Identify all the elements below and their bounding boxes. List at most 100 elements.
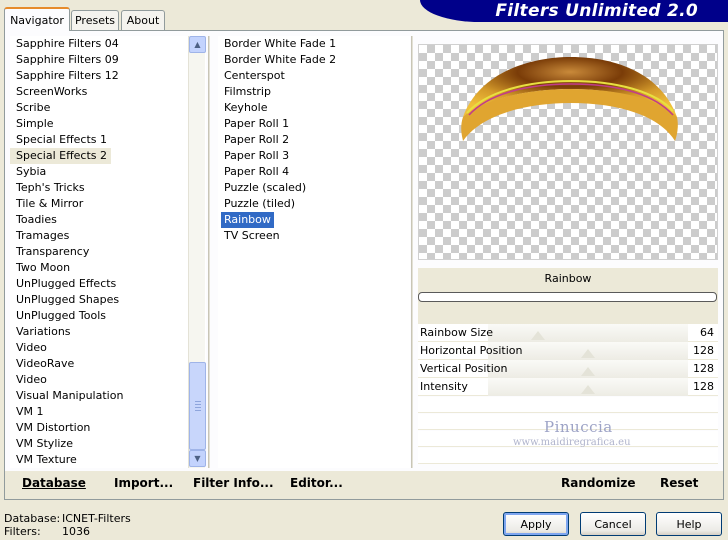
cancel-button[interactable]: Cancel — [580, 512, 646, 536]
category-item[interactable]: Video — [10, 372, 206, 388]
import-button[interactable]: Import... — [114, 476, 173, 490]
slider-thumb[interactable] — [531, 331, 545, 340]
category-row[interactable]: VM Stylize — [10, 436, 206, 452]
category-item[interactable]: VM Distortion — [10, 420, 206, 436]
category-item[interactable]: Visual Manipulation — [10, 388, 206, 404]
param-row-horizontal-position[interactable]: Horizontal Position 128 — [418, 342, 718, 360]
filter-item[interactable]: Border White Fade 2 — [218, 52, 410, 68]
category-row[interactable]: Video — [10, 372, 206, 388]
param-row-intensity[interactable]: Intensity 128 — [418, 378, 718, 396]
category-item[interactable]: Special Effects 2 — [10, 148, 112, 164]
filter-row[interactable]: Paper Roll 1 — [218, 116, 410, 132]
filter-row[interactable]: Puzzle (scaled) — [218, 180, 410, 196]
filter-item[interactable]: Paper Roll 2 — [218, 132, 410, 148]
category-row[interactable]: VM Texture — [10, 452, 206, 468]
filter-row[interactable]: TV Screen — [218, 228, 410, 244]
scroll-up-button[interactable]: ▲ — [189, 36, 206, 53]
slider-thumb[interactable] — [581, 367, 595, 376]
category-item[interactable]: Sapphire Filters 12 — [10, 68, 206, 84]
category-item[interactable]: Toadies — [10, 212, 206, 228]
filter-row[interactable]: Puzzle (tiled) — [218, 196, 410, 212]
filter-row[interactable]: Keyhole — [218, 100, 410, 116]
category-row[interactable]: Scribe — [10, 100, 206, 116]
database-button[interactable]: Database — [22, 476, 86, 490]
category-item[interactable]: Tile & Mirror — [10, 196, 206, 212]
category-item[interactable]: Transparency — [10, 244, 206, 260]
filter-row[interactable]: Border White Fade 2 — [218, 52, 410, 68]
category-row[interactable]: Transparency — [10, 244, 206, 260]
category-item[interactable]: VideoRave — [10, 356, 206, 372]
category-item[interactable]: Teph's Tricks — [10, 180, 206, 196]
category-row[interactable]: UnPlugged Effects — [10, 276, 206, 292]
scroll-down-button[interactable]: ▼ — [189, 450, 206, 467]
param-slider[interactable] — [488, 324, 688, 342]
category-row[interactable]: Special Effects 1 — [10, 132, 206, 148]
category-item[interactable]: VM 1 — [10, 404, 206, 420]
filter-row[interactable]: Rainbow — [218, 212, 410, 228]
filter-item[interactable]: Paper Roll 3 — [218, 148, 410, 164]
filter-row[interactable]: Paper Roll 3 — [218, 148, 410, 164]
filter-item[interactable]: Paper Roll 1 — [218, 116, 410, 132]
category-item[interactable]: ScreenWorks — [10, 84, 206, 100]
editor-button[interactable]: Editor... — [290, 476, 343, 490]
filter-info-button[interactable]: Filter Info... — [193, 476, 274, 490]
category-row[interactable]: UnPlugged Shapes — [10, 292, 206, 308]
category-item[interactable]: Sapphire Filters 09 — [10, 52, 206, 68]
filter-item[interactable]: Border White Fade 1 — [218, 36, 410, 52]
help-button[interactable]: Help — [656, 512, 722, 536]
category-item[interactable]: Video — [10, 340, 206, 356]
randomize-button[interactable]: Randomize — [561, 476, 635, 490]
category-row[interactable]: ScreenWorks — [10, 84, 206, 100]
filter-item[interactable]: Rainbow — [221, 212, 274, 228]
filter-item[interactable]: TV Screen — [218, 228, 410, 244]
category-item[interactable]: Sybia — [10, 164, 206, 180]
category-item[interactable]: VM Stylize — [10, 436, 206, 452]
category-row[interactable]: Special Effects 2 — [10, 148, 206, 164]
filter-item[interactable]: Keyhole — [218, 100, 410, 116]
tab-navigator[interactable]: Navigator — [4, 7, 70, 31]
category-item[interactable]: UnPlugged Shapes — [10, 292, 206, 308]
filter-row[interactable]: Centerspot — [218, 68, 410, 84]
category-list[interactable]: Sapphire Filters 04 Sapphire Filters 09 Sa… — [10, 36, 206, 468]
filter-item[interactable]: Filmstrip — [218, 84, 410, 100]
category-item[interactable]: Special Effects 1 — [10, 132, 206, 148]
category-row[interactable]: Visual Manipulation — [10, 388, 206, 404]
reset-button[interactable]: Reset — [660, 476, 698, 490]
apply-button[interactable]: Apply — [503, 512, 569, 536]
param-row-vertical-position[interactable]: Vertical Position 128 — [418, 360, 718, 378]
category-item[interactable]: Two Moon — [10, 260, 206, 276]
filter-list[interactable]: Border White Fade 1 Border White Fade 2 Ce… — [218, 36, 410, 468]
category-row[interactable]: Sapphire Filters 12 — [10, 68, 206, 84]
filter-item[interactable]: Centerspot — [218, 68, 410, 84]
category-row[interactable]: VM 1 — [10, 404, 206, 420]
category-row[interactable]: Video — [10, 340, 206, 356]
category-row[interactable]: Toadies — [10, 212, 206, 228]
category-item[interactable]: Tramages — [10, 228, 206, 244]
category-row[interactable]: Tramages — [10, 228, 206, 244]
category-item[interactable]: Variations — [10, 324, 206, 340]
category-item[interactable]: Simple — [10, 116, 206, 132]
filter-row[interactable]: Paper Roll 2 — [218, 132, 410, 148]
tab-presets[interactable]: Presets — [71, 10, 119, 30]
category-row[interactable]: UnPlugged Tools — [10, 308, 206, 324]
param-slider[interactable] — [488, 378, 688, 396]
filter-row[interactable]: Filmstrip — [218, 84, 410, 100]
category-item[interactable]: VM Texture — [10, 452, 206, 468]
category-item[interactable]: Sapphire Filters 04 — [10, 36, 206, 52]
category-item[interactable]: UnPlugged Effects — [10, 276, 206, 292]
filter-item[interactable]: Puzzle (tiled) — [218, 196, 410, 212]
category-row[interactable]: Sapphire Filters 04 — [10, 36, 206, 52]
category-row[interactable]: Sapphire Filters 09 — [10, 52, 206, 68]
slider-thumb[interactable] — [581, 385, 595, 394]
category-row[interactable]: VideoRave — [10, 356, 206, 372]
slider-thumb[interactable] — [581, 349, 595, 358]
category-row[interactable]: Two Moon — [10, 260, 206, 276]
category-row[interactable]: Teph's Tricks — [10, 180, 206, 196]
category-row[interactable]: Simple — [10, 116, 206, 132]
category-scrollbar[interactable]: ▲ ▼ — [188, 36, 206, 468]
filter-item[interactable]: Paper Roll 4 — [218, 164, 410, 180]
category-item[interactable]: Scribe — [10, 100, 206, 116]
category-row[interactable]: Sybia — [10, 164, 206, 180]
filter-item[interactable]: Puzzle (scaled) — [218, 180, 410, 196]
param-row-rainbow-size[interactable]: Rainbow Size 64 — [418, 324, 718, 342]
